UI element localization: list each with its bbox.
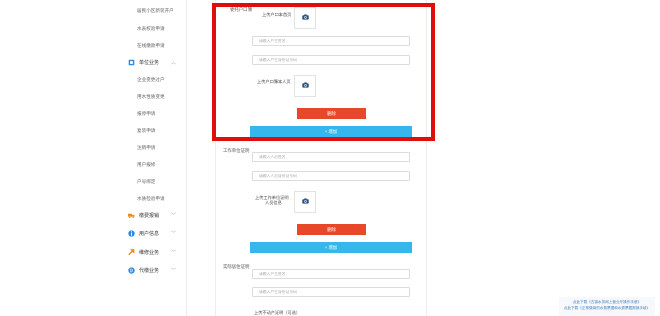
sidebar-item-cancel[interactable]: 注销申请 bbox=[137, 145, 155, 151]
sidebar-group-payment-label: 缴费报销 bbox=[139, 212, 160, 219]
add-household-button[interactable]: + 增加 bbox=[250, 126, 412, 137]
person-name-input[interactable] bbox=[253, 153, 409, 161]
section-residence-proof-label: 实际居住证明 bbox=[223, 264, 250, 269]
resident-name-field[interactable] bbox=[252, 269, 410, 279]
sidebar-item-meter-check[interactable]: 水表校验申请 bbox=[137, 26, 165, 32]
resident-idcard-input[interactable] bbox=[253, 288, 409, 296]
upload-household-first-label: 上传户口本首页 bbox=[262, 12, 292, 17]
delete-work-proof-button[interactable]: 删除 bbox=[297, 224, 366, 235]
chevron-down-icon: ﹀ bbox=[170, 268, 176, 274]
truck-icon bbox=[128, 212, 135, 219]
householder-idcard-field[interactable] bbox=[252, 55, 410, 65]
sidebar-group-proxy-label: 代缴业务 bbox=[139, 267, 160, 274]
sidebar-item-suspend[interactable]: 报停申请 bbox=[137, 111, 155, 117]
upload-work-proof-label-line2: 人员信息 bbox=[265, 200, 282, 205]
sidebar-group-proxy[interactable]: ₿ 代缴业务 ﹀ bbox=[128, 265, 180, 275]
sidebar-item-water-quality[interactable]: 水质检验申请 bbox=[137, 196, 165, 202]
sidebar-item-new-account[interactable]: 居民小区新装开户 bbox=[137, 8, 174, 14]
coin-icon: ₿ bbox=[128, 267, 135, 274]
section-work-proof-label: 工作单位证明 bbox=[223, 148, 250, 153]
person-idcard-input[interactable] bbox=[253, 172, 409, 180]
sidebar-group-unit-label: 单位业务 bbox=[139, 59, 160, 66]
chevron-up-icon: ︿ bbox=[170, 60, 176, 66]
householder-idcard-input[interactable] bbox=[253, 56, 409, 64]
chevron-down-icon: ﹀ bbox=[170, 231, 176, 237]
resident-name-input[interactable] bbox=[253, 270, 409, 278]
chevron-down-icon: ﹀ bbox=[170, 250, 176, 256]
sidebar-item-usage-change[interactable]: 用水性质变更 bbox=[137, 94, 165, 100]
camera-icon bbox=[301, 14, 309, 22]
sidebar-group-maintenance-label: 维修业务 bbox=[139, 249, 160, 256]
sidebar-item-bind[interactable]: 户号绑定 bbox=[137, 179, 155, 185]
sidebar-group-userinfo-label: 用户信息 bbox=[139, 230, 160, 237]
add-work-proof-button[interactable]: + 增加 bbox=[250, 242, 412, 253]
sidebar-group-payment[interactable]: 缴费报销 ﹀ bbox=[128, 210, 180, 220]
sidebar-item-reinstall[interactable]: 复装申请 bbox=[137, 128, 155, 134]
upload-work-proof-button[interactable] bbox=[294, 191, 316, 213]
chevron-down-icon: ﹀ bbox=[170, 213, 176, 219]
download-links: 点此下载《古镇水务网上营业厅操作手册》 点此下载《正常缴纳的水费票据和水费票据报… bbox=[559, 297, 655, 316]
upload-property-proof-label: 上传不动产证明（可选） bbox=[254, 310, 301, 315]
upload-household-self-label: 上传户口簿本人页 bbox=[257, 79, 291, 84]
info-icon bbox=[128, 229, 135, 237]
sidebar-item-transfer[interactable]: 企业变更过户 bbox=[137, 77, 165, 83]
sidebar: 居民小区新装开户 水表校验申请 在线缴款申请 单位业务 ︿ 企业变更过户 用水性… bbox=[0, 0, 187, 316]
section-household-label: 委托户口簿 bbox=[230, 7, 252, 12]
resident-idcard-field[interactable] bbox=[252, 287, 410, 297]
upload-household-first-button[interactable] bbox=[294, 7, 316, 29]
building-icon bbox=[128, 59, 135, 66]
sidebar-item-online-payment[interactable]: 在线缴款申请 bbox=[137, 43, 165, 49]
person-name-field[interactable] bbox=[252, 152, 410, 162]
sidebar-group-unit[interactable]: 单位业务 ︿ bbox=[128, 57, 180, 67]
tools-icon bbox=[128, 248, 135, 256]
sidebar-item-repair[interactable]: 用户报修 bbox=[137, 162, 155, 168]
person-idcard-field[interactable] bbox=[252, 171, 410, 181]
sidebar-group-maintenance[interactable]: 维修业务 ﹀ bbox=[128, 247, 180, 257]
upload-household-self-button[interactable] bbox=[294, 75, 316, 97]
householder-name-field[interactable] bbox=[252, 36, 410, 46]
camera-icon bbox=[301, 82, 309, 90]
delete-household-button[interactable]: 删除 bbox=[297, 108, 366, 119]
sidebar-group-userinfo[interactable]: 用户信息 ﹀ bbox=[128, 228, 180, 238]
download-invoice-guide-link[interactable]: 点此下载《正常缴纳的水费票据和水费票据报销手续》 bbox=[559, 305, 655, 311]
householder-name-input[interactable] bbox=[253, 37, 409, 45]
camera-icon bbox=[301, 198, 309, 206]
